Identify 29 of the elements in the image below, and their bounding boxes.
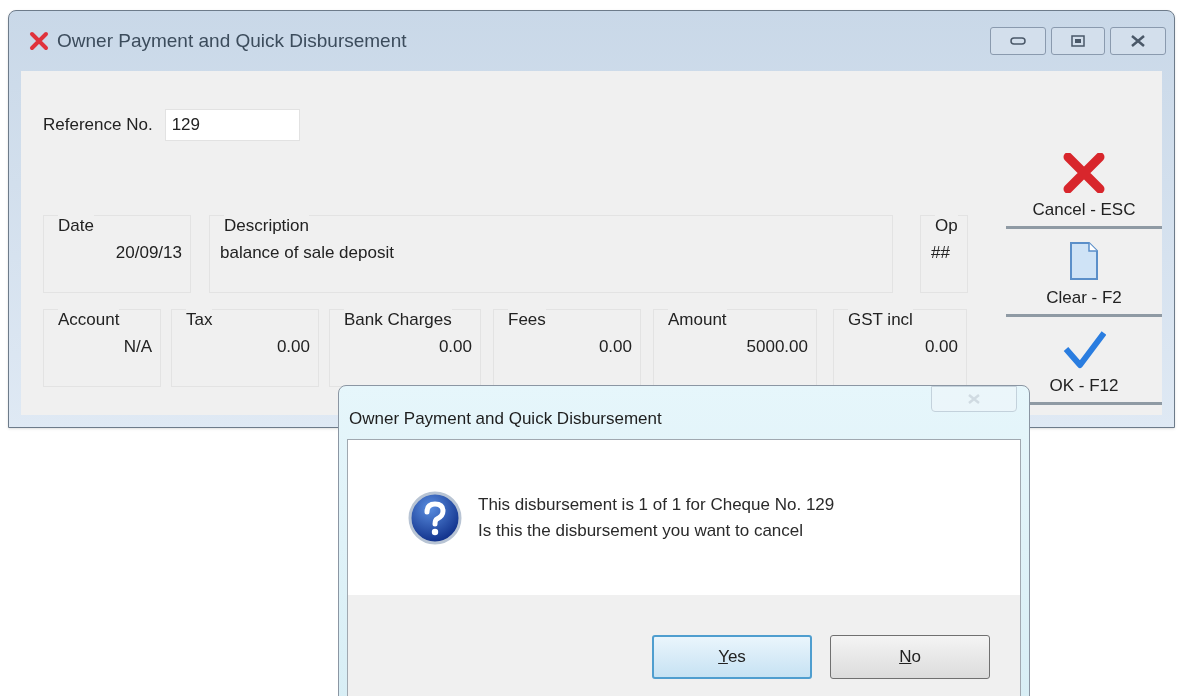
cross-icon xyxy=(29,31,49,51)
question-icon xyxy=(408,490,462,545)
close-button[interactable] xyxy=(1110,27,1166,55)
message-text: This disbursement is 1 of 1 for Cheque No. 129 xyxy=(478,493,835,516)
field-value: balance of sale deposit xyxy=(220,242,394,264)
dialog-button[interactable]: Yes xyxy=(652,635,812,679)
field-value: 5000.00 xyxy=(746,336,808,358)
x-icon xyxy=(1062,152,1106,193)
document-icon xyxy=(1069,240,1099,281)
close-icon xyxy=(967,393,981,405)
checkmark-icon xyxy=(1062,328,1106,369)
field-value: 0.00 xyxy=(924,336,958,358)
close-icon xyxy=(1130,34,1146,48)
field-value: 0.00 xyxy=(438,336,472,358)
reference-field[interactable]: 129 xyxy=(164,109,300,141)
minimize-button[interactable] xyxy=(990,27,1046,55)
field-value: 0.00 xyxy=(598,336,632,358)
minimize-icon xyxy=(1010,37,1026,45)
window-title: Owner Payment and Quick Disbursement xyxy=(57,28,407,53)
message-text: Is this the disbursement you want to cancel xyxy=(478,519,805,542)
restore-button[interactable] xyxy=(1051,27,1105,55)
field-value: 20/09/13 xyxy=(115,242,182,264)
restore-icon xyxy=(1071,35,1085,47)
field-value: N/A xyxy=(123,336,152,358)
field-value: ## xyxy=(931,242,950,264)
reference-label: Reference No. xyxy=(43,114,153,137)
dialog-title: Owner Payment and Quick Disbursement xyxy=(348,408,662,430)
field-value: 0.00 xyxy=(276,336,310,358)
dialog-button[interactable]: No xyxy=(830,635,990,679)
